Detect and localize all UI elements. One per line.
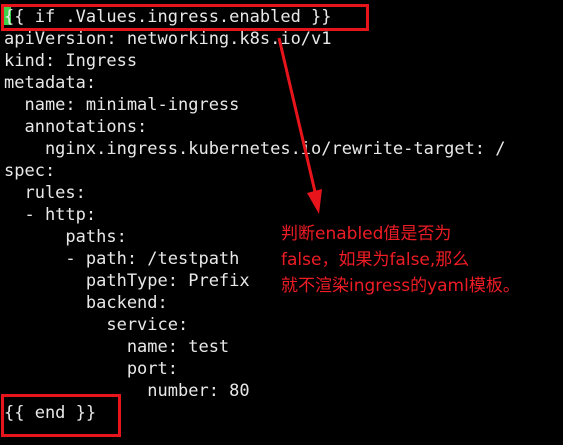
terminal-window[interactable]: {{ if .Values.ingress.enabled }} apiVers… <box>0 0 563 445</box>
annotation-line: 就不渲染ingress的yaml模板。 <box>281 276 520 296</box>
arrow-shaft <box>277 37 318 197</box>
annotation-line: false，如果为false,那么 <box>281 250 470 270</box>
annotation-note: 判断enabled值是否为 false，如果为false,那么 就不渲染ingr… <box>281 221 520 299</box>
annotation-line: 判断enabled值是否为 <box>281 224 452 244</box>
arrow-head <box>307 189 322 214</box>
